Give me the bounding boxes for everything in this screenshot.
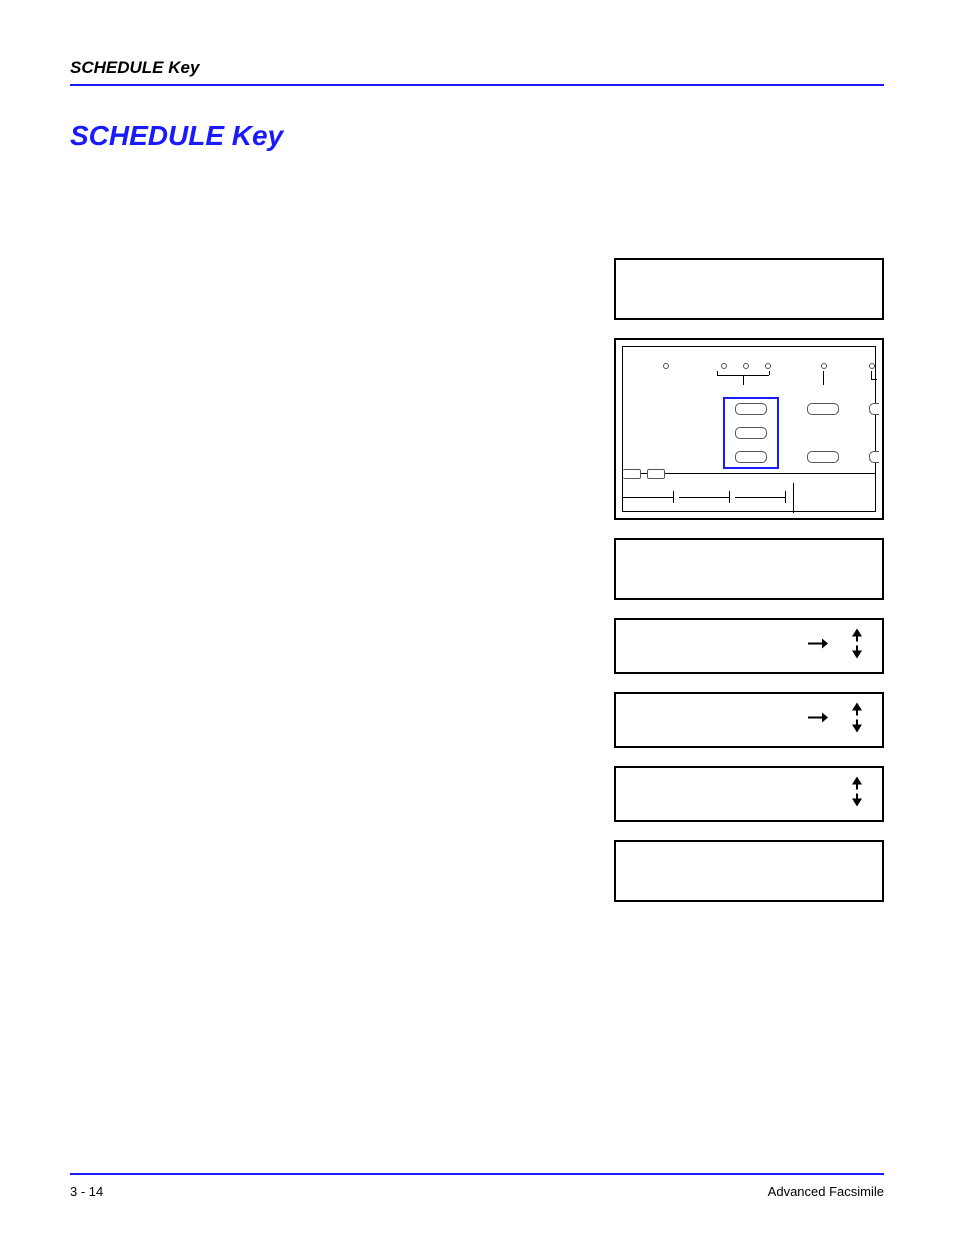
slot-line xyxy=(793,483,794,513)
sidebar-panels xyxy=(614,258,884,902)
page-title: SCHEDULE Key xyxy=(70,120,884,152)
key-button xyxy=(807,451,839,463)
bracket-segment xyxy=(823,371,824,385)
key-button xyxy=(735,403,767,415)
key-button xyxy=(869,451,879,463)
bracket-segment xyxy=(717,371,718,375)
key-button xyxy=(735,427,767,439)
lcd-panel-2 xyxy=(614,538,884,600)
slot-line xyxy=(785,491,786,503)
device-inner-frame xyxy=(622,346,876,512)
lcd-panel-4 xyxy=(614,692,884,748)
indicator-dot xyxy=(765,363,771,369)
lcd-panel-1 xyxy=(614,258,884,320)
indicator-dot xyxy=(721,363,727,369)
tab xyxy=(647,469,665,479)
device-illustration xyxy=(614,338,884,520)
indicator-dot xyxy=(743,363,749,369)
tab xyxy=(623,469,641,479)
lcd-panel-5 xyxy=(614,766,884,822)
key-button xyxy=(735,451,767,463)
key-button xyxy=(807,403,839,415)
indicator-dot xyxy=(869,363,875,369)
footer-rule xyxy=(70,1173,884,1175)
arrow-right-icon xyxy=(808,711,828,730)
arrow-up-down-icon xyxy=(850,703,864,738)
slot-line xyxy=(729,491,730,503)
book-title: Advanced Facsimile xyxy=(768,1184,884,1199)
slot-line xyxy=(735,497,785,498)
indicator-dot xyxy=(663,363,669,369)
page-number: 3 - 14 xyxy=(70,1184,103,1199)
indicator-dot xyxy=(821,363,827,369)
arrow-right-icon xyxy=(808,637,828,656)
lcd-panel-3 xyxy=(614,618,884,674)
arrow-up-down-icon xyxy=(850,777,864,812)
slot-line xyxy=(679,497,729,498)
arrow-up-down-icon xyxy=(850,629,864,664)
key-button xyxy=(869,403,879,415)
bracket-segment xyxy=(743,375,744,385)
bracket-segment xyxy=(769,371,770,375)
bracket-segment xyxy=(871,371,872,379)
bracket-segment xyxy=(871,379,877,380)
lcd-panel-6 xyxy=(614,840,884,902)
slot-line xyxy=(673,491,674,503)
slot-line xyxy=(623,497,673,498)
running-head: SCHEDULE Key xyxy=(70,58,884,78)
header-rule xyxy=(70,84,884,86)
